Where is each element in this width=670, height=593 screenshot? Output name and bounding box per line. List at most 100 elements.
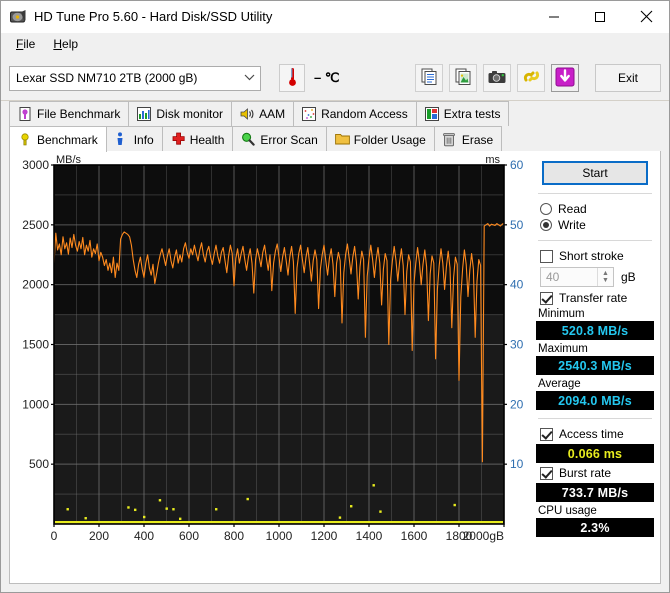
svg-text:1000: 1000	[266, 529, 293, 543]
tab-row-bottom: Benchmark Info Health Error Scan Folder …	[9, 126, 661, 152]
radio-write[interactable]: Write	[540, 218, 654, 232]
stepper-up-icon: ▲	[602, 270, 609, 277]
svg-text:600: 600	[179, 529, 199, 543]
magnifier-icon	[241, 132, 256, 147]
tab-extra-tests[interactable]: Extra tests	[415, 101, 510, 126]
minimum-value: 520.8 MB/s	[561, 323, 629, 338]
svg-text:800: 800	[224, 529, 244, 543]
checkbox-transfer-rate-label: Transfer rate	[559, 291, 628, 305]
toolbar: Lexar SSD NM710 2TB (2000 gB) – ℃ Exit	[1, 56, 669, 100]
tab-aam-label: AAM	[259, 107, 286, 121]
svg-text:40: 40	[510, 278, 524, 292]
cpu-usage-label: CPU usage	[538, 505, 597, 517]
start-button-label: Start	[582, 166, 608, 180]
menu-file[interactable]: File	[7, 35, 44, 53]
svg-text:200: 200	[89, 529, 109, 543]
tab-benchmark[interactable]: Benchmark	[9, 126, 107, 152]
menu-file-label: ile	[23, 37, 36, 51]
tab-benchmark-label: Benchmark	[37, 132, 98, 147]
average-value: 2094.0 MB/s	[558, 393, 632, 408]
menu-bar: File Help	[1, 33, 669, 56]
benchmark-panel: MB/s ms 500 1000 1500 2000 2500 3000 10 20 30 40 50 6…	[9, 151, 661, 584]
title-bar: HD Tune Pro 5.60 - Hard Disk/SSD Utility	[1, 1, 669, 33]
link-button[interactable]	[517, 64, 545, 92]
checkbox-burst-rate[interactable]: Burst rate	[540, 466, 654, 480]
tab-folder-usage[interactable]: Folder Usage	[325, 126, 435, 152]
thermometer-button[interactable]	[279, 64, 305, 92]
tab-row-top: File Benchmark Disk monitor AAM Random A…	[9, 101, 661, 126]
divider-1	[538, 193, 652, 194]
window-controls	[531, 1, 669, 32]
svg-text:30: 30	[510, 338, 524, 352]
copy-button[interactable]	[415, 64, 443, 92]
tab-error-scan-label: Error Scan	[260, 132, 318, 147]
tab-file-benchmark-label: File Benchmark	[37, 107, 121, 121]
drive-select-value: Lexar SSD NM710 2TB (2000 gB)	[16, 71, 198, 85]
tab-disk-monitor-label: Disk monitor	[156, 107, 224, 121]
svg-text:60: 60	[510, 158, 524, 172]
tab-disk-monitor[interactable]: Disk monitor	[128, 101, 233, 126]
burst-rate-value: 733.7 MB/s	[561, 485, 629, 500]
checkbox-burst-rate-label: Burst rate	[559, 466, 612, 480]
tab-random-access-label: Random Access	[321, 107, 408, 121]
window-title: HD Tune Pro 5.60 - Hard Disk/SSD Utility	[34, 9, 273, 24]
camera-button[interactable]	[483, 64, 511, 92]
tab-erase[interactable]: Erase	[433, 126, 503, 152]
checkbox-access-time-label: Access time	[559, 427, 624, 441]
checkbox-access-time[interactable]: Access time	[540, 427, 654, 441]
svg-text:1400: 1400	[356, 529, 383, 543]
stepper-arrows[interactable]: ▲ ▼	[597, 268, 613, 286]
checkbox-transfer-rate-box	[540, 291, 553, 305]
tab-random-access[interactable]: Random Access	[293, 101, 417, 126]
speaker-icon	[240, 107, 254, 122]
tab-file-benchmark[interactable]: File Benchmark	[9, 101, 130, 126]
checkbox-access-time-box	[540, 427, 553, 441]
svg-text:2500: 2500	[22, 218, 49, 232]
tab-info[interactable]: Info	[105, 126, 163, 152]
svg-text:1200: 1200	[311, 529, 338, 543]
svg-text:2000: 2000	[22, 278, 49, 292]
access-time-value-box: 0.066 ms	[536, 444, 654, 463]
short-stroke-value: 40	[546, 270, 560, 284]
tab-health[interactable]: Health	[161, 126, 234, 152]
tab-aam[interactable]: AAM	[231, 101, 295, 126]
minimize-button[interactable]	[531, 1, 577, 32]
svg-text:3000: 3000	[22, 158, 49, 172]
menu-help-label: elp	[62, 37, 79, 51]
checkbox-burst-rate-box	[540, 466, 553, 480]
maximum-value-box: 2540.3 MB/s	[536, 356, 654, 375]
link-icon	[523, 68, 540, 88]
start-button[interactable]: Start	[542, 161, 648, 185]
short-stroke-unit: gB	[621, 270, 636, 284]
short-stroke-stepper[interactable]: 40 ▲ ▼	[540, 267, 614, 287]
health-icon	[171, 132, 185, 147]
info-icon	[115, 132, 129, 147]
checkbox-transfer-rate[interactable]: Transfer rate	[540, 291, 654, 305]
benchmark-icon	[18, 132, 32, 147]
minimum-label: Minimum	[538, 308, 585, 320]
drive-select[interactable]: Lexar SSD NM710 2TB (2000 gB)	[9, 65, 261, 91]
download-icon	[555, 67, 575, 90]
download-button[interactable]	[551, 64, 579, 92]
checkbox-short-stroke[interactable]: Short stroke	[540, 249, 654, 263]
menu-help[interactable]: Help	[44, 35, 87, 53]
burst-rate-value-box: 733.7 MB/s	[536, 483, 654, 502]
maximize-button[interactable]	[577, 1, 623, 32]
radio-read-label: Read	[558, 202, 587, 216]
radio-read[interactable]: Read	[540, 202, 654, 216]
svg-text:50: 50	[510, 218, 524, 232]
hd-tune-pro-window: HD Tune Pro 5.60 - Hard Disk/SSD Utility…	[0, 0, 670, 593]
extra-tests-icon	[424, 106, 439, 122]
copy-icon	[421, 68, 438, 88]
tab-bar: File Benchmark Disk monitor AAM Random A…	[1, 100, 669, 152]
tab-erase-label: Erase	[461, 132, 494, 147]
close-button[interactable]	[623, 1, 669, 32]
checkbox-short-stroke-label: Short stroke	[559, 249, 624, 263]
temperature-readout: – ℃	[314, 70, 340, 85]
radio-write-label: Write	[558, 218, 586, 232]
svg-text:2000gB: 2000gB	[463, 529, 504, 543]
folder-icon	[334, 132, 350, 147]
exit-button[interactable]: Exit	[595, 64, 661, 92]
tab-error-scan[interactable]: Error Scan	[232, 126, 327, 152]
copy-image-button[interactable]	[449, 64, 477, 92]
